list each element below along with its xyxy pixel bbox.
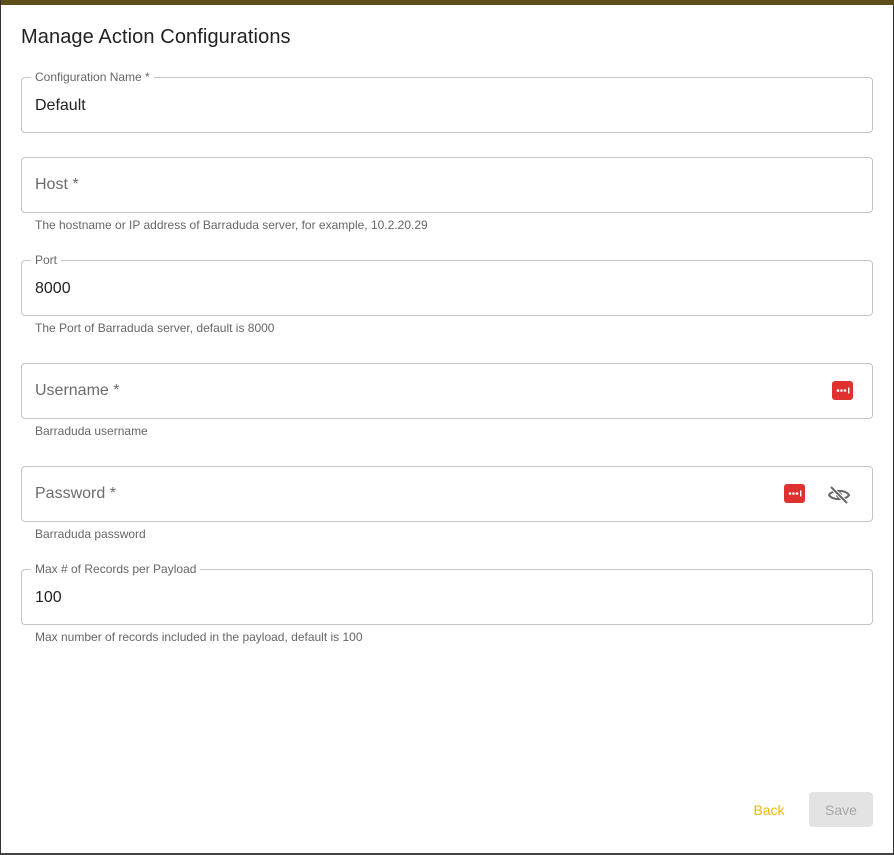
configuration-name-label: Configuration Name *: [31, 70, 154, 84]
max-records-helper-text: Max number of records included in the pa…: [35, 630, 363, 644]
manage-action-configurations-dialog: Manage Action Configurations Configurati…: [0, 0, 894, 855]
username-placeholder: Username *: [35, 382, 120, 399]
password-field[interactable]: Password *: [21, 466, 873, 522]
back-button[interactable]: Back: [741, 792, 797, 827]
port-field[interactable]: Port 8000: [21, 253, 873, 316]
dialog-title: Manage Action Configurations: [21, 26, 291, 48]
max-records-field[interactable]: Max # of Records per Payload 100: [21, 562, 873, 625]
eye-off-icon[interactable]: [827, 483, 851, 507]
password-placeholder: Password *: [35, 485, 116, 502]
username-field[interactable]: Username *: [21, 363, 873, 419]
host-helper-text: The hostname or IP address of Barraduda …: [35, 218, 428, 232]
password-manager-icon[interactable]: [784, 484, 805, 503]
username-helper-text: Barraduda username: [35, 424, 148, 438]
top-accent-bar: [1, 0, 894, 5]
configuration-name-value: Default: [35, 97, 86, 114]
port-label: Port: [31, 253, 62, 267]
port-helper-text: The Port of Barraduda server, default is…: [35, 321, 275, 335]
max-records-value: 100: [35, 589, 62, 606]
password-helper-text: Barraduda password: [35, 527, 146, 541]
password-manager-icon[interactable]: [832, 381, 853, 400]
save-button[interactable]: Save: [809, 792, 873, 827]
host-placeholder: Host *: [35, 176, 79, 193]
port-value: 8000: [35, 280, 71, 297]
host-field[interactable]: Host *: [21, 157, 873, 213]
configuration-name-field[interactable]: Configuration Name * Default: [21, 70, 873, 133]
max-records-label: Max # of Records per Payload: [31, 562, 201, 576]
